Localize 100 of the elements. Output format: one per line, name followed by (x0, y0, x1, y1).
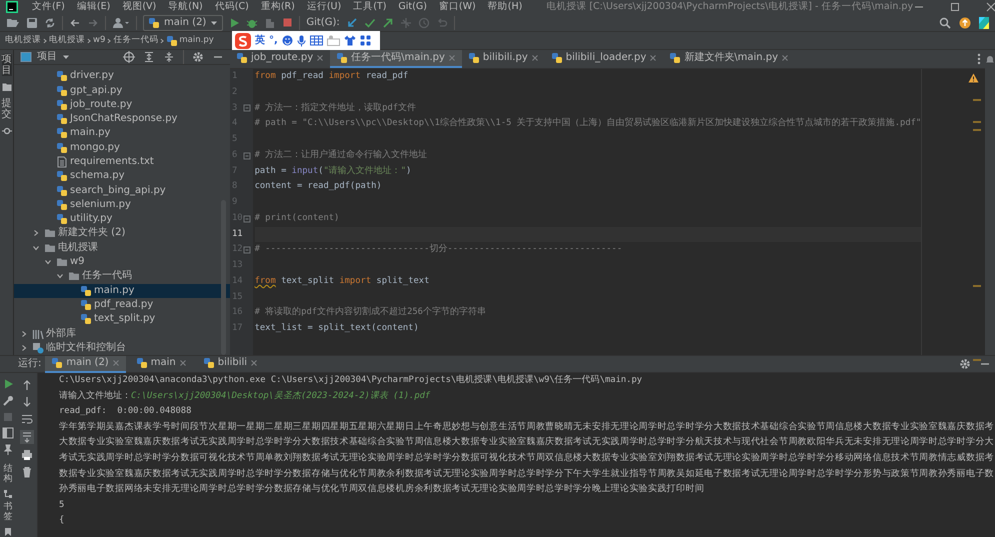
push-arrow-icon[interactable] (382, 16, 394, 28)
layout-icon[interactable] (2, 427, 14, 439)
fold-icon[interactable] (242, 246, 251, 254)
input-mode-toggle[interactable]: 英 (255, 34, 265, 46)
breadcrumb-item[interactable]: 电机授课 (49, 35, 85, 46)
run-config-dropdown[interactable]: main (2) (143, 14, 224, 30)
app-icon[interactable] (979, 16, 989, 28)
menu-item[interactable]: 重构(R) (254, 1, 301, 13)
commit-icon[interactable] (2, 126, 12, 136)
breadcrumb-item[interactable]: w9 (93, 35, 106, 46)
tree-item[interactable]: main.py (14, 284, 230, 298)
side-tab[interactable]: 提交 (2, 98, 12, 120)
wrench-icon[interactable] (2, 395, 14, 407)
editor-tab[interactable]: bilibili.py (462, 50, 545, 68)
editor-tab[interactable]: bilibili_loader.py (544, 50, 664, 68)
tree-item[interactable]: 临时文件和控制台 (14, 340, 230, 355)
breadcrumb-item[interactable]: main.py (179, 35, 214, 46)
fold-icon[interactable] (242, 214, 251, 223)
menu-item[interactable]: 导航(N) (162, 1, 209, 13)
back-arrow-icon[interactable] (69, 16, 81, 28)
menu-item[interactable]: 代码(C) (208, 1, 255, 13)
fold-icon[interactable] (242, 152, 251, 160)
caret-icon[interactable] (62, 53, 70, 62)
chevron-icon[interactable] (56, 272, 64, 280)
tree-item[interactable]: 外部库 (14, 326, 230, 341)
tree-item[interactable]: 电机授课 (14, 240, 230, 255)
close-icon[interactable] (178, 359, 187, 367)
user-icon[interactable] (112, 16, 130, 28)
keyboard-icon[interactable] (310, 35, 323, 46)
tree-item[interactable]: utility.py (14, 212, 230, 226)
editor-tab[interactable]: job_route.py (230, 50, 330, 68)
tree-item[interactable]: JsonChatResponse.py (14, 112, 230, 126)
run-tab[interactable]: main (2) (45, 356, 126, 372)
folder-icon[interactable] (2, 82, 12, 92)
upgrade-icon[interactable] (959, 16, 971, 28)
smiley-icon[interactable] (282, 35, 293, 46)
breadcrumb-item[interactable]: 任务一代码 (113, 35, 158, 46)
run-icon[interactable] (229, 16, 240, 28)
tree-item[interactable]: selenium.py (14, 198, 230, 212)
down-arrow-icon[interactable] (22, 396, 32, 408)
bell-icon[interactable] (985, 54, 995, 64)
close-icon[interactable] (250, 359, 258, 367)
search-icon[interactable] (939, 16, 951, 28)
maximize-icon[interactable] (949, 2, 962, 12)
checkmark-icon[interactable] (364, 16, 376, 28)
menu-item[interactable]: Git(G) (392, 1, 433, 13)
settings-icon[interactable] (959, 358, 971, 370)
chevron-icon[interactable] (44, 258, 52, 266)
run-icon[interactable] (2, 378, 14, 390)
punctuation-toggle[interactable]: °, (269, 34, 278, 46)
tree-item[interactable]: mongo.py (14, 140, 230, 155)
scroll-to-end-icon[interactable] (20, 430, 34, 444)
trash-icon[interactable] (20, 466, 32, 478)
side-tab[interactable]: 项目 (2, 54, 12, 76)
tree-item[interactable]: main.py (14, 126, 230, 141)
sync-icon[interactable] (44, 16, 56, 28)
tree-item[interactable]: search_bing_api.py (14, 183, 230, 198)
chevron-icon[interactable] (20, 344, 28, 352)
tree-item[interactable]: schema.py (14, 169, 230, 184)
run-tab[interactable]: bilibili (196, 356, 264, 372)
editor-tab[interactable]: 任务一代码\main.py (330, 50, 462, 68)
side-tab[interactable]: 书签 (4, 502, 12, 523)
editor-tab[interactable]: 新建文件夹\main.py (663, 50, 796, 68)
ime-logo-icon[interactable] (235, 32, 251, 48)
settings-icon[interactable] (192, 51, 204, 64)
more-icon[interactable] (977, 53, 981, 65)
locate-icon[interactable] (123, 51, 135, 64)
close-icon[interactable] (985, 2, 995, 12)
tree-item[interactable]: requirements.txt (14, 154, 230, 170)
menu-item[interactable]: 视图(V) (116, 1, 162, 13)
folder-icon[interactable] (6, 16, 20, 28)
close-icon[interactable] (781, 54, 790, 62)
microphone-icon[interactable] (296, 34, 306, 46)
close-icon[interactable] (649, 54, 658, 62)
expand-all-icon[interactable] (143, 51, 155, 64)
up-arrow-icon[interactable] (22, 379, 32, 391)
update-arrow-icon[interactable] (346, 16, 358, 28)
tree-item[interactable]: 任务一代码 (14, 269, 230, 284)
tree-item[interactable]: text_split.py (14, 312, 230, 326)
chevron-icon[interactable] (20, 330, 28, 338)
tree-item[interactable]: pdf_read.py (14, 298, 230, 312)
warning-icon[interactable] (968, 73, 979, 83)
fold-icon[interactable] (242, 104, 251, 112)
chevron-icon[interactable] (32, 229, 40, 238)
structure-icon[interactable] (3, 488, 13, 499)
tree-item[interactable]: 新建文件夹 (2) (14, 226, 230, 241)
breadcrumb-item[interactable]: 电机授课 (5, 35, 41, 46)
shirt-icon[interactable] (344, 35, 356, 46)
close-icon[interactable] (316, 54, 324, 62)
collapse-all-icon[interactable] (163, 51, 175, 64)
bookmark-icon[interactable] (3, 526, 13, 537)
soft-wrap-icon[interactable] (20, 413, 32, 425)
tree-item[interactable]: driver.py (14, 69, 230, 84)
grid-icon[interactable] (360, 35, 371, 46)
side-tab[interactable]: 结构 (4, 465, 12, 485)
run-tab[interactable]: main (130, 356, 193, 372)
menu-item[interactable]: 帮助(H) (482, 1, 528, 13)
tree-item[interactable]: w9 (14, 254, 230, 270)
close-icon[interactable] (530, 54, 539, 62)
chevron-icon[interactable] (32, 244, 40, 252)
